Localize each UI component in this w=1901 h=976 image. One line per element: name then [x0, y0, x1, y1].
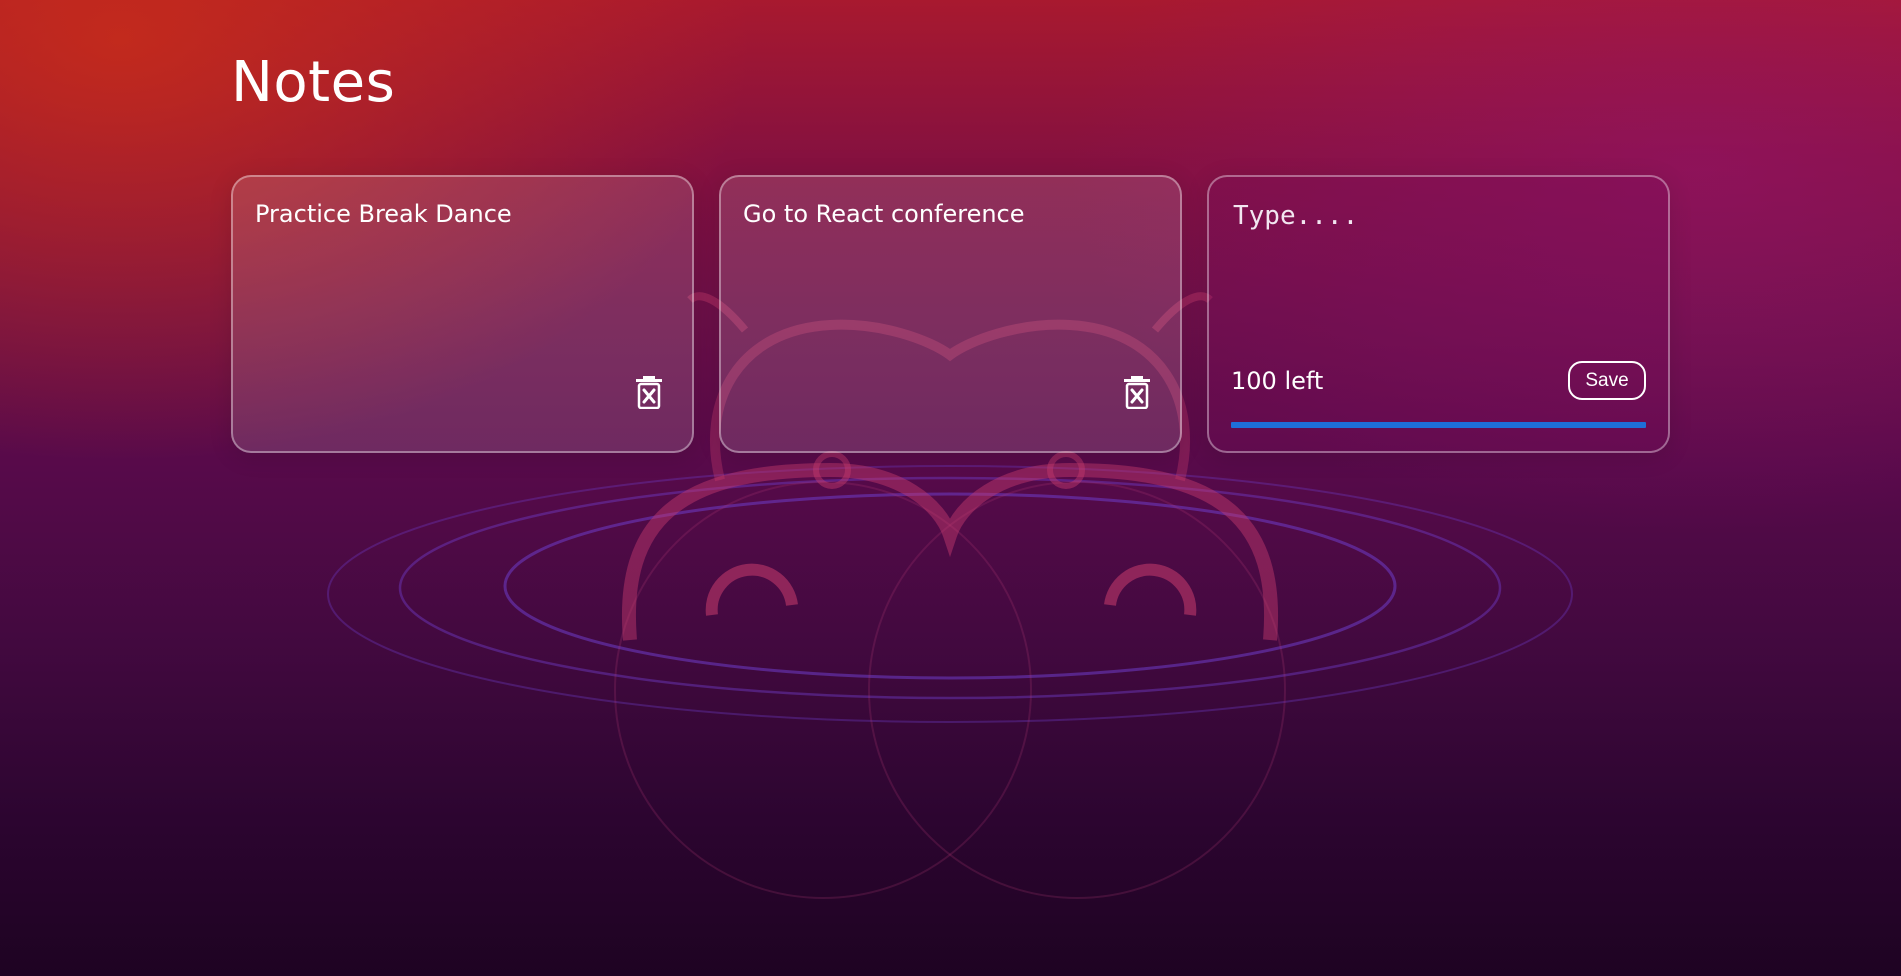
notes-grid: Practice Break Dance Go to React confere… [231, 175, 1670, 453]
note-text: Go to React conference [743, 200, 1025, 228]
new-note-input[interactable] [1231, 199, 1645, 343]
characters-progress-bar [1231, 422, 1646, 428]
characters-progress-fill [1231, 422, 1646, 428]
delete-note-button[interactable] [1122, 375, 1152, 410]
characters-left-label: 100 left [1231, 367, 1324, 395]
save-button[interactable]: Save [1568, 361, 1646, 400]
wallpaper-artwork [327, 292, 1573, 899]
note-text: Practice Break Dance [255, 200, 512, 228]
note-card: Practice Break Dance [231, 175, 694, 453]
new-note-card: 100 left Save [1207, 175, 1670, 453]
trash-icon [1124, 376, 1150, 410]
page-title: Notes [231, 50, 396, 115]
delete-note-button[interactable] [634, 375, 664, 410]
trash-icon [636, 376, 662, 410]
note-card: Go to React conference [719, 175, 1182, 453]
